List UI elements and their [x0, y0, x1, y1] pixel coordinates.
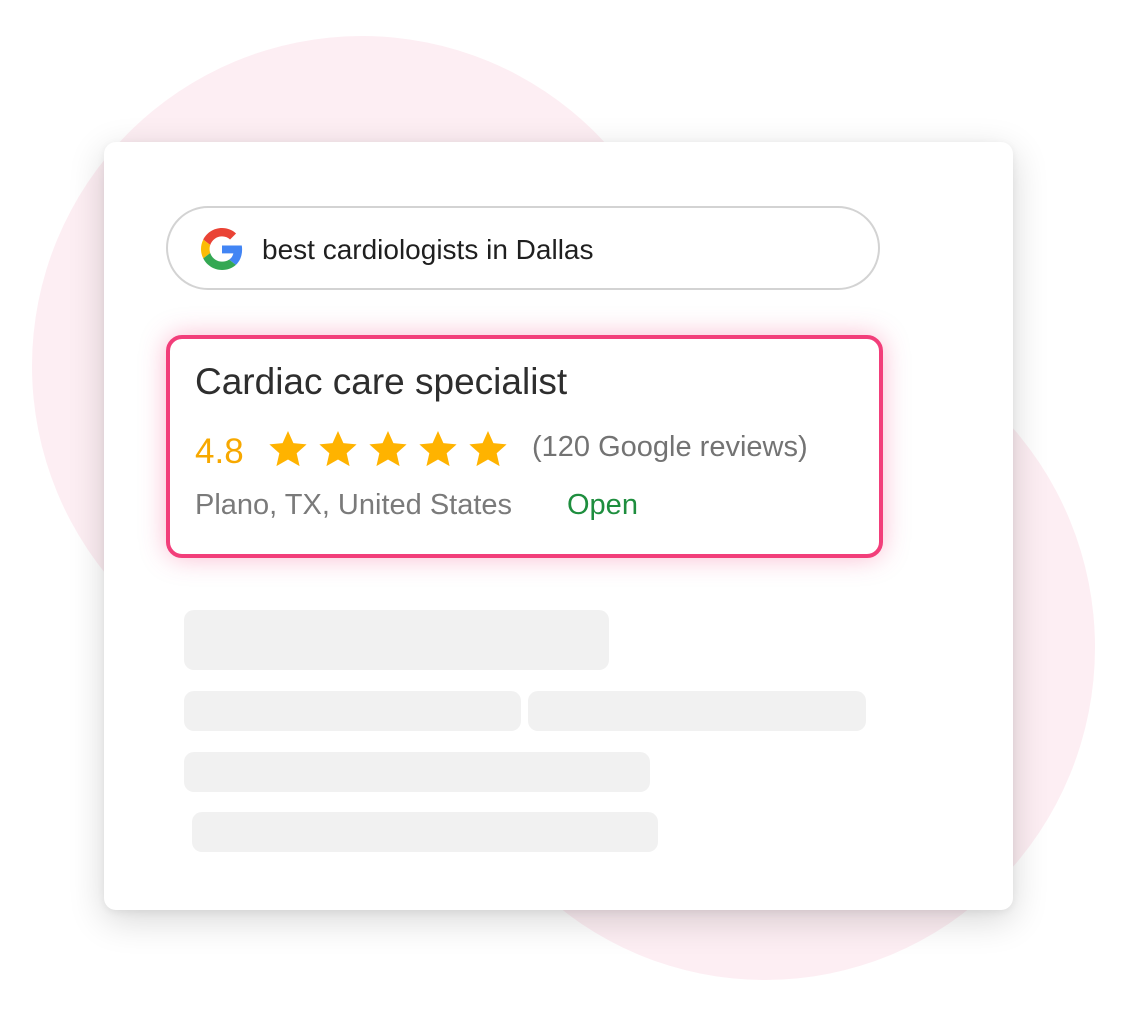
search-results-card: best cardiologists in Dallas Cardiac car… — [104, 142, 1013, 910]
highlighted-result-card[interactable]: Cardiac care specialist 4.8 (120 Google … — [166, 335, 883, 558]
search-bar[interactable]: best cardiologists in Dallas — [166, 206, 880, 290]
review-count[interactable]: (120 Google reviews) — [532, 431, 808, 464]
placeholder-line-bar — [184, 752, 650, 792]
rating-value: 4.8 — [195, 432, 244, 471]
result-title[interactable]: Cardiac care specialist — [195, 361, 567, 403]
star-icon — [419, 431, 457, 467]
placeholder-line-bar — [528, 691, 866, 731]
open-status: Open — [567, 489, 638, 521]
placeholder-line-bar — [184, 691, 521, 731]
placeholder-line-bar — [192, 812, 658, 852]
search-query-text[interactable]: best cardiologists in Dallas — [262, 208, 594, 292]
placeholder-title-bar — [184, 610, 609, 670]
star-icon — [269, 431, 307, 467]
star-icon — [469, 431, 507, 467]
google-g-icon — [201, 228, 243, 270]
star-icon — [369, 431, 407, 467]
illustration-stage: best cardiologists in Dallas Cardiac car… — [0, 0, 1142, 1018]
star-icon — [319, 431, 357, 467]
star-rating — [266, 427, 510, 471]
result-location: Plano, TX, United States — [195, 489, 513, 521]
